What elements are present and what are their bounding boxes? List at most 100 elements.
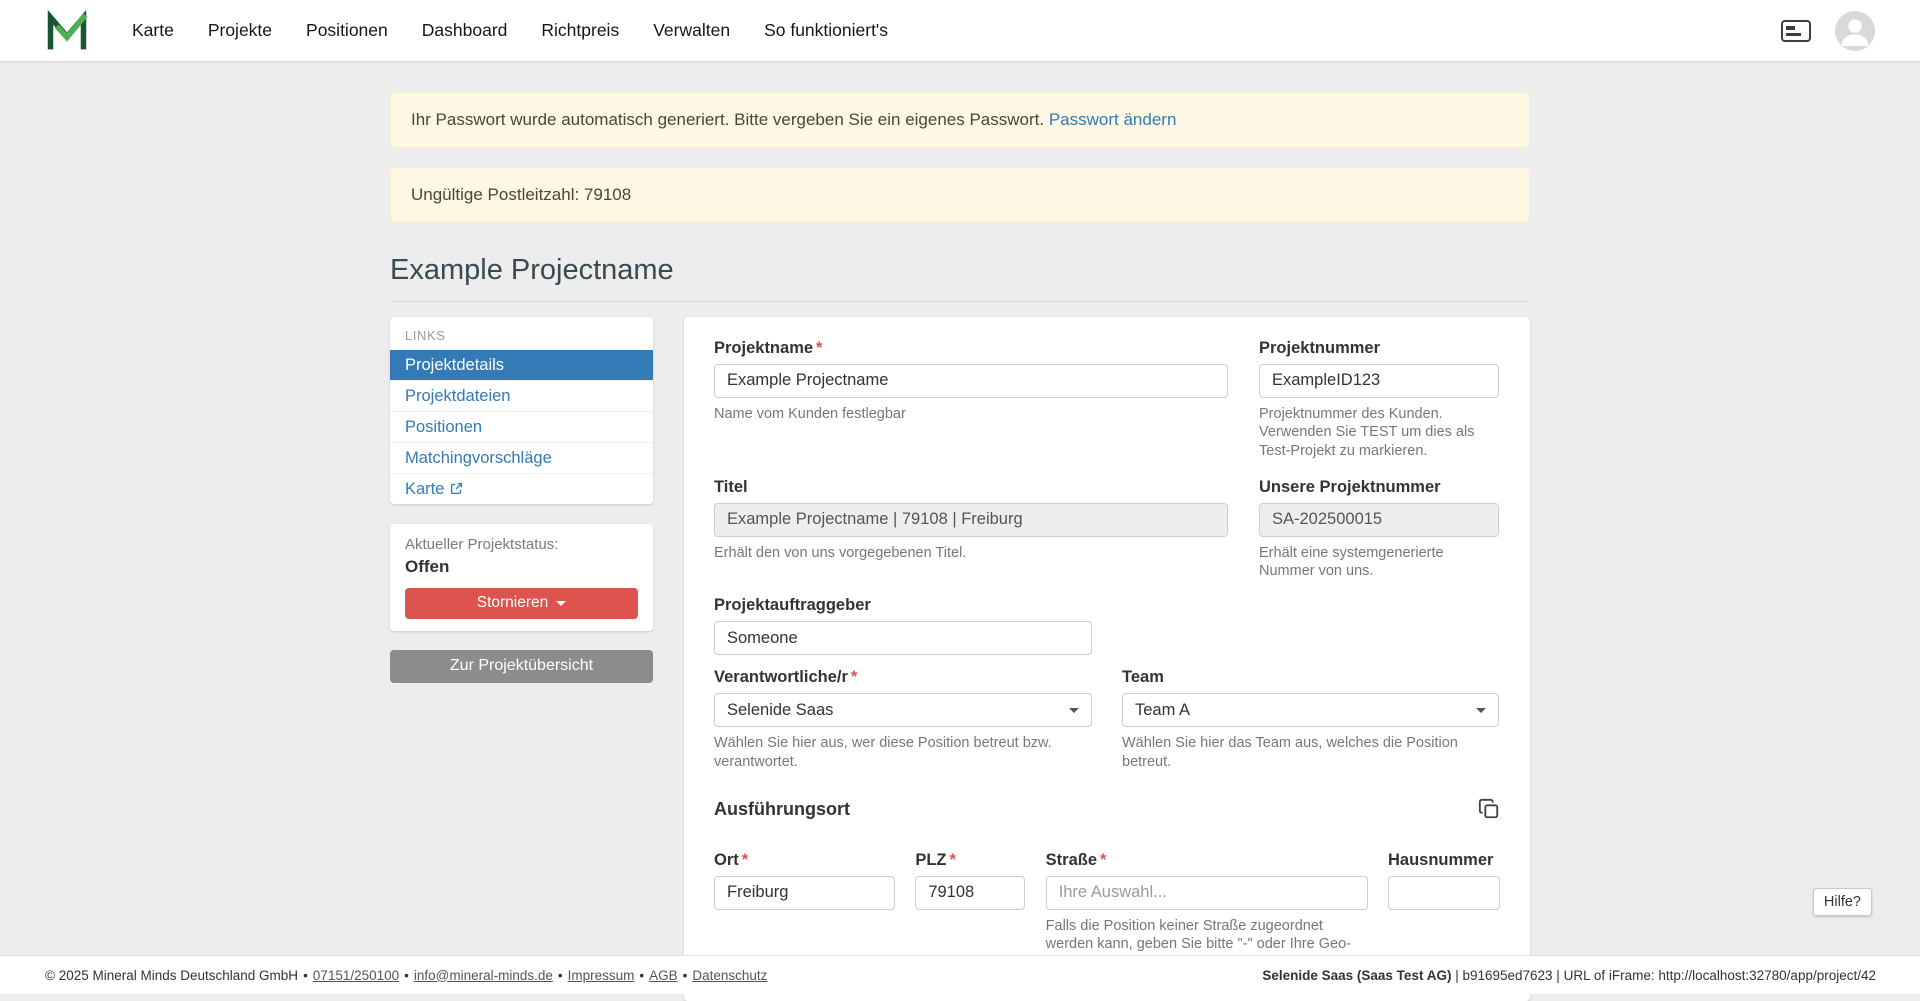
help-button[interactable]: Hilfe?	[1813, 888, 1872, 916]
verantwortlicher-select[interactable]: Selenide Saas	[714, 693, 1092, 727]
footer: © 2025 Mineral Minds Deutschland GmbH • …	[0, 955, 1920, 994]
nav-item-dashboard[interactable]: Dashboard	[405, 0, 525, 61]
sidebar-item-karte[interactable]: Karte	[390, 473, 653, 504]
projektname-label: Projektname*	[714, 338, 1228, 358]
sidebar-item-projektdetails[interactable]: Projektdetails	[390, 350, 653, 380]
verantwortlicher-label: Verantwortliche/r*	[714, 667, 1092, 687]
ausfuehrungsort-section-header: Ausführungsort	[714, 798, 1500, 820]
strasse-label: Straße*	[1046, 850, 1368, 870]
bullet-separator: •	[683, 968, 688, 983]
team-helper: Wählen Sie hier das Team aus, welches di…	[1122, 734, 1499, 771]
sidebar-item-positionen[interactable]: Positionen	[390, 411, 653, 442]
footer-impressum-link[interactable]: Impressum	[568, 968, 635, 983]
required-asterisk: *	[950, 851, 956, 869]
bullet-separator: •	[639, 968, 644, 983]
links-header: LINKS	[390, 317, 653, 350]
footer-agb-link[interactable]: AGB	[649, 968, 678, 983]
unsere-projektnummer-helper: Erhält eine systemgenerierte Nummer von …	[1259, 544, 1499, 581]
team-select[interactable]: Team A	[1122, 693, 1499, 727]
verantwortlicher-helper: Wählen Sie hier aus, wer diese Position …	[714, 734, 1092, 771]
team-label: Team	[1122, 667, 1499, 687]
change-password-link[interactable]: Passwort ändern	[1049, 110, 1177, 129]
main-nav: Karte Projekte Positionen Dashboard Rich…	[115, 0, 905, 61]
sidebar-item-matchingvorschlaege[interactable]: Matchingvorschläge	[390, 442, 653, 473]
form-row-client: Projektauftraggeber	[714, 595, 1500, 655]
content-layout: LINKS Projektdetails Projektdateien Posi…	[390, 317, 1530, 1001]
bullet-separator: •	[303, 968, 308, 983]
projektnummer-helper: Projektnummer des Kunden. Verwenden Sie …	[1259, 405, 1499, 461]
password-warning-text: Ihr Passwort wurde automatisch generiert…	[411, 110, 1044, 129]
hausnummer-label: Hausnummer	[1388, 850, 1500, 870]
password-warning-alert: Ihr Passwort wurde automatisch generiert…	[390, 92, 1530, 148]
page-title: Example Projectname	[390, 253, 1530, 288]
required-asterisk: *	[742, 851, 748, 869]
cancel-project-button[interactable]: Stornieren	[405, 588, 638, 619]
chevron-down-icon	[1069, 708, 1079, 713]
top-navbar: Karte Projekte Positionen Dashboard Rich…	[0, 0, 1920, 61]
titel-input	[714, 503, 1228, 537]
field-projektauftraggeber: Projektauftraggeber	[714, 595, 1092, 655]
sidebar-links-card: LINKS Projektdetails Projektdateien Posi…	[390, 317, 653, 504]
footer-left: © 2025 Mineral Minds Deutschland GmbH • …	[45, 968, 767, 983]
projektnummer-label: Projektnummer	[1259, 338, 1499, 358]
page-container: Ihr Passwort wurde automatisch generiert…	[390, 61, 1530, 1001]
sidebar-item-label: Karte	[405, 479, 444, 499]
plz-input[interactable]	[915, 876, 1025, 910]
bullet-separator: •	[558, 968, 563, 983]
chevron-down-icon	[1476, 708, 1486, 713]
ort-label: Ort*	[714, 850, 895, 870]
form-row-name-number: Projektname* Name vom Kunden festlegbar …	[714, 338, 1500, 461]
status-value: Offen	[405, 556, 638, 577]
required-asterisk: *	[1100, 851, 1106, 869]
project-details-form-card: Projektname* Name vom Kunden festlegbar …	[684, 317, 1530, 1001]
external-link-icon	[450, 482, 463, 495]
nav-item-so-funktionierts[interactable]: So funktioniert's	[747, 0, 905, 61]
sidebar: LINKS Projektdetails Projektdateien Posi…	[390, 317, 653, 683]
titel-label: Titel	[714, 477, 1228, 497]
nav-item-richtpreis[interactable]: Richtpreis	[524, 0, 636, 61]
footer-session-info: Selenide Saas (Saas Test AG) | b91695ed7…	[1262, 968, 1876, 983]
nav-item-projekte[interactable]: Projekte	[191, 0, 289, 61]
title-divider	[390, 301, 1530, 302]
cancel-button-label: Stornieren	[477, 594, 549, 612]
field-team: Team Team A Wählen Sie hier das Team aus…	[1122, 667, 1499, 771]
bullet-separator: •	[404, 968, 409, 983]
project-overview-button[interactable]: Zur Projektübersicht	[390, 650, 653, 683]
projektauftraggeber-label: Projektauftraggeber	[714, 595, 1092, 615]
form-row-responsible-team: Verantwortliche/r* Selenide Saas Wählen …	[714, 667, 1500, 771]
nav-item-verwalten[interactable]: Verwalten	[636, 0, 747, 61]
required-asterisk: *	[851, 668, 857, 686]
footer-email-link[interactable]: info@mineral-minds.de	[414, 968, 553, 983]
field-verantwortlicher: Verantwortliche/r* Selenide Saas Wählen …	[714, 667, 1092, 771]
user-avatar[interactable]	[1835, 11, 1875, 51]
projektauftraggeber-input[interactable]	[714, 621, 1092, 655]
sidebar-item-label: Matchingvorschläge	[405, 448, 552, 468]
field-unsere-projektnummer: Unsere Projektnummer Erhält eine systemg…	[1259, 477, 1499, 581]
verantwortlicher-value: Selenide Saas	[727, 701, 833, 720]
footer-datenschutz-link[interactable]: Datenschutz	[692, 968, 767, 983]
status-label: Aktueller Projektstatus:	[405, 536, 638, 554]
plz-label: PLZ*	[915, 850, 1025, 870]
projektname-helper: Name vom Kunden festlegbar	[714, 405, 1228, 424]
sidebar-item-projektdateien[interactable]: Projektdateien	[390, 380, 653, 411]
sidebar-item-label: Projektdetails	[405, 355, 504, 375]
nav-item-positionen[interactable]: Positionen	[289, 0, 405, 61]
projektname-input[interactable]	[714, 364, 1228, 398]
card-icon[interactable]	[1781, 20, 1811, 42]
footer-phone-link[interactable]: 07151/250100	[313, 968, 399, 983]
field-projektname: Projektname* Name vom Kunden festlegbar	[714, 338, 1228, 461]
ort-input[interactable]	[714, 876, 895, 910]
project-status-card: Aktueller Projektstatus: Offen Storniere…	[390, 524, 653, 631]
ausfuehrungsort-title: Ausführungsort	[714, 798, 850, 820]
footer-user-name: Selenide Saas (Saas Test AG)	[1262, 968, 1451, 983]
form-row-title-ournumber: Titel Erhält den von uns vorgegebenen Ti…	[714, 477, 1500, 581]
hausnummer-input[interactable]	[1388, 876, 1500, 910]
required-asterisk: *	[816, 339, 822, 357]
nav-item-karte[interactable]: Karte	[115, 0, 191, 61]
brand-logo-icon[interactable]	[45, 9, 89, 53]
copy-icon[interactable]	[1478, 798, 1500, 820]
unsere-projektnummer-input	[1259, 503, 1499, 537]
projektnummer-input[interactable]	[1259, 364, 1499, 398]
unsere-projektnummer-label: Unsere Projektnummer	[1259, 477, 1499, 497]
strasse-input[interactable]	[1046, 876, 1368, 910]
